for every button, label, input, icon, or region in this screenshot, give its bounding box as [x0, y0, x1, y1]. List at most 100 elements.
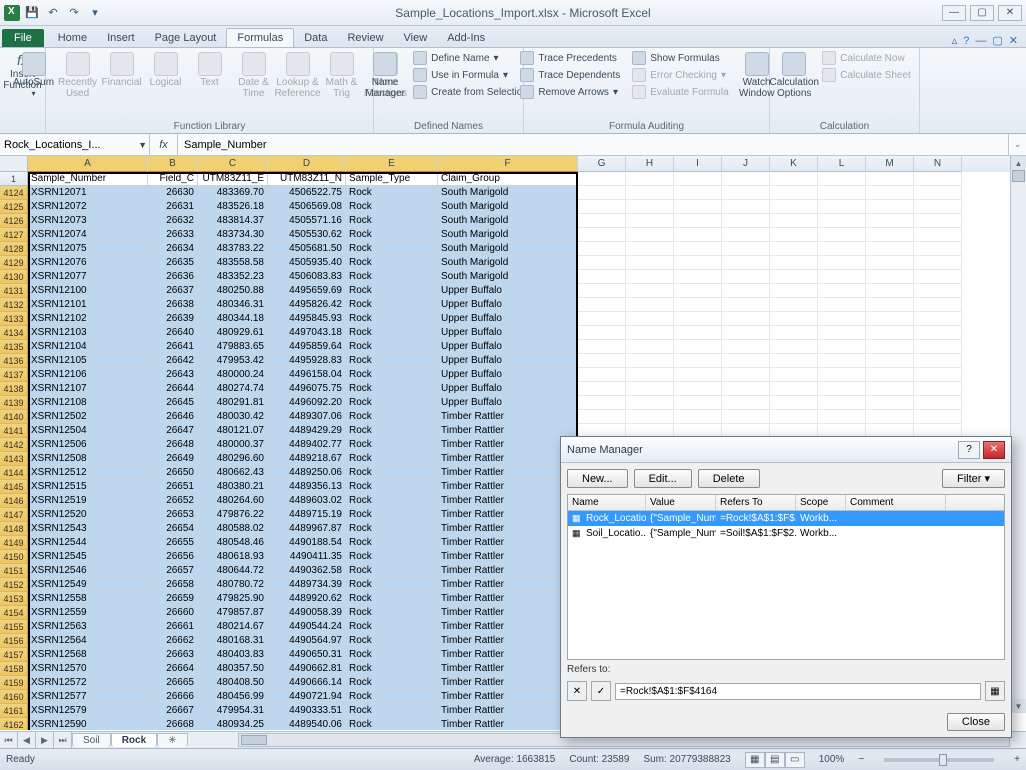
cell[interactable] — [578, 354, 626, 368]
cell[interactable]: South Marigold — [438, 214, 578, 228]
cell[interactable]: 480644.72 — [198, 564, 268, 578]
cell[interactable] — [626, 270, 674, 284]
cell[interactable]: Timber Rattler — [438, 466, 578, 480]
math-trig-button[interactable]: Math & Trig — [322, 50, 362, 101]
cell[interactable]: Upper Buffalo — [438, 326, 578, 340]
cell[interactable]: Rock — [346, 368, 438, 382]
cell[interactable] — [818, 172, 866, 186]
cell[interactable] — [866, 186, 914, 200]
next-sheet-icon[interactable]: ▶ — [36, 732, 54, 748]
column-header[interactable]: A — [28, 156, 148, 172]
cell[interactable]: 4506522.75 — [268, 186, 346, 200]
cell[interactable]: Rock — [346, 634, 438, 648]
cell[interactable]: 4490333.51 — [268, 704, 346, 718]
cell[interactable]: Upper Buffalo — [438, 368, 578, 382]
cell[interactable] — [914, 172, 962, 186]
cell[interactable]: Rock — [346, 354, 438, 368]
prev-sheet-icon[interactable]: ◀ — [18, 732, 36, 748]
page-break-view-icon[interactable]: ▭ — [785, 752, 805, 768]
autosum-button[interactable]: AutoSum▾ — [14, 50, 54, 100]
cell[interactable]: XSRN12564 — [28, 634, 148, 648]
cell[interactable]: 26660 — [148, 606, 198, 620]
cell[interactable]: 480588.02 — [198, 522, 268, 536]
cell[interactable] — [578, 228, 626, 242]
cell[interactable]: XSRN12100 — [28, 284, 148, 298]
cell[interactable]: XSRN12076 — [28, 256, 148, 270]
cell[interactable] — [914, 382, 962, 396]
cell[interactable]: XSRN12108 — [28, 396, 148, 410]
cell[interactable] — [722, 368, 770, 382]
row-header[interactable]: 4152 — [0, 578, 28, 592]
cell[interactable] — [914, 256, 962, 270]
cell[interactable]: Rock — [346, 424, 438, 438]
cell[interactable]: 26663 — [148, 648, 198, 662]
cell[interactable]: Timber Rattler — [438, 564, 578, 578]
recently-used-button[interactable]: Recently Used — [58, 50, 98, 101]
row-header[interactable]: 4150 — [0, 550, 28, 564]
tab-formulas[interactable]: Formulas — [226, 28, 294, 47]
row-header[interactable]: 4127 — [0, 228, 28, 242]
cell[interactable]: Rock — [346, 592, 438, 606]
cell[interactable]: Rock — [346, 396, 438, 410]
cell[interactable]: XSRN12559 — [28, 606, 148, 620]
cell[interactable] — [914, 368, 962, 382]
cell[interactable] — [674, 256, 722, 270]
cell[interactable]: XSRN12545 — [28, 550, 148, 564]
cell[interactable]: XSRN12073 — [28, 214, 148, 228]
cell[interactable]: XSRN12515 — [28, 480, 148, 494]
cell[interactable]: Timber Rattler — [438, 662, 578, 676]
cell[interactable]: Rock — [346, 326, 438, 340]
column-header[interactable]: H — [626, 156, 674, 172]
cell[interactable]: 480346.31 — [198, 298, 268, 312]
cell[interactable] — [722, 172, 770, 186]
cell[interactable]: Rock — [346, 648, 438, 662]
show-formulas-button[interactable]: Show Formulas — [628, 50, 732, 66]
cell[interactable] — [818, 214, 866, 228]
cell[interactable] — [578, 396, 626, 410]
cell[interactable]: 4490666.14 — [268, 676, 346, 690]
cell[interactable]: 26646 — [148, 410, 198, 424]
page-layout-view-icon[interactable]: ▤ — [765, 752, 785, 768]
filter-button[interactable]: Filter ▾ — [942, 469, 1005, 488]
cell[interactable]: Rock — [346, 508, 438, 522]
cell[interactable]: 480030.42 — [198, 410, 268, 424]
cell[interactable]: Upper Buffalo — [438, 298, 578, 312]
cell[interactable] — [818, 242, 866, 256]
cell[interactable] — [674, 354, 722, 368]
cell[interactable] — [626, 326, 674, 340]
cell[interactable] — [722, 326, 770, 340]
cell[interactable]: UTM83Z11_E — [198, 172, 268, 186]
cell[interactable] — [818, 396, 866, 410]
cell[interactable]: 4489250.06 — [268, 466, 346, 480]
row-header[interactable]: 4144 — [0, 466, 28, 480]
cell[interactable]: 4489603.02 — [268, 494, 346, 508]
cell[interactable]: 483352.23 — [198, 270, 268, 284]
cell[interactable] — [770, 312, 818, 326]
cell[interactable] — [674, 298, 722, 312]
formula-input[interactable]: Sample_Number — [178, 134, 1008, 155]
calculation-options-button[interactable]: Calculation Options — [774, 50, 814, 101]
cell[interactable] — [914, 200, 962, 214]
cell[interactable] — [674, 382, 722, 396]
cell[interactable]: Timber Rattler — [438, 704, 578, 718]
cell[interactable] — [818, 228, 866, 242]
cell[interactable] — [866, 256, 914, 270]
cell[interactable] — [722, 228, 770, 242]
cell[interactable]: 480780.72 — [198, 578, 268, 592]
cell[interactable]: 4489540.06 — [268, 718, 346, 730]
cell[interactable]: 26642 — [148, 354, 198, 368]
row-header[interactable]: 4130 — [0, 270, 28, 284]
cell[interactable]: 26667 — [148, 704, 198, 718]
cell[interactable] — [866, 368, 914, 382]
cell[interactable]: Timber Rattler — [438, 648, 578, 662]
cell[interactable]: Rock — [346, 284, 438, 298]
names-list[interactable]: NameValueRefers ToScopeComment ▦Rock_Loc… — [567, 494, 1005, 660]
row-header[interactable]: 4159 — [0, 676, 28, 690]
row-header[interactable]: 4140 — [0, 410, 28, 424]
cell[interactable] — [674, 340, 722, 354]
cell[interactable]: XSRN12104 — [28, 340, 148, 354]
cell[interactable]: XSRN12103 — [28, 326, 148, 340]
minimize-button[interactable]: — — [942, 5, 966, 21]
cell[interactable]: 479883.65 — [198, 340, 268, 354]
cell[interactable] — [818, 382, 866, 396]
